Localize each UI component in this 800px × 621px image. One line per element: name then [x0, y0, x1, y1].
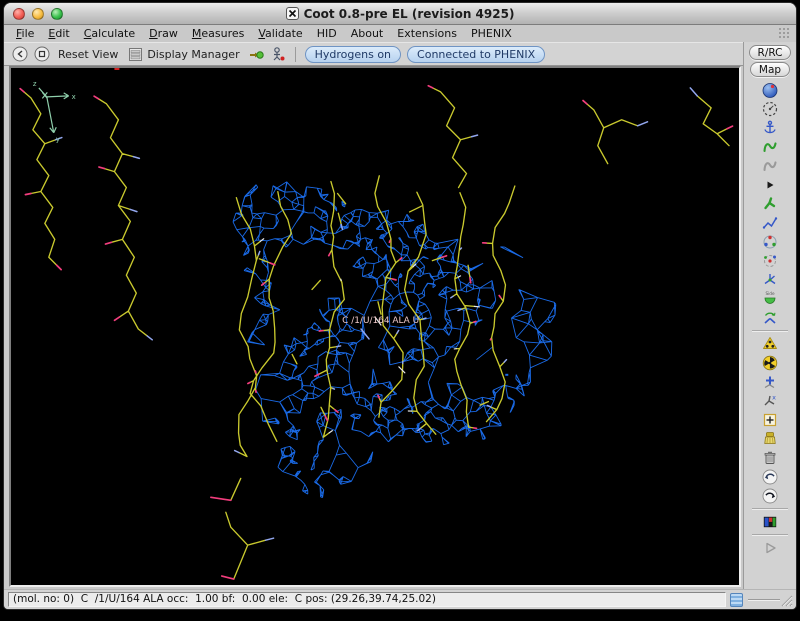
regularize-zone-icon[interactable] — [760, 157, 780, 175]
x11-icon — [286, 7, 299, 20]
rc-button[interactable]: R/RC — [749, 45, 792, 60]
panel-separator — [752, 330, 788, 331]
titlebar[interactable]: Coot 0.8-pre EL (revision 4925) — [4, 3, 796, 25]
reset-view-label: Reset View — [58, 48, 118, 61]
rigid-body-fit-icon[interactable] — [760, 195, 780, 213]
menu-file[interactable]: File — [9, 26, 41, 41]
oxygen-atom-sticks — [20, 86, 732, 579]
statusbar: (mol. no: 0) C /1/U/164 ALA occ: 1.00 bf… — [4, 589, 796, 609]
validate-person-button[interactable] — [270, 46, 286, 62]
grip-zone — [746, 590, 794, 609]
round-arrow-button[interactable] — [12, 46, 28, 62]
model-fit-refine-panel: R/RC Map Side x — [743, 42, 796, 589]
person-icon — [270, 46, 286, 62]
statusbar-handle-widget[interactable] — [730, 593, 743, 607]
mutate-autofit-icon[interactable] — [760, 335, 780, 353]
model-sticks — [24, 88, 729, 579]
side-chain-flip-icon[interactable]: Side — [760, 290, 780, 308]
blue-sphere-icon[interactable] — [760, 81, 780, 99]
svg-text:y: y — [56, 136, 60, 144]
zoom-button[interactable] — [51, 8, 63, 20]
menu-phenix[interactable]: PHENIX — [464, 26, 519, 41]
close-button[interactable] — [13, 8, 25, 20]
real-space-refine-icon[interactable] — [760, 138, 780, 156]
reset-view-button[interactable]: Reset View — [56, 48, 120, 61]
connected-to-phenix-button[interactable]: Connected to PHENIX — [407, 46, 545, 63]
go-to-atom-button[interactable] — [248, 46, 264, 62]
display-manager-button[interactable]: Display Manager — [126, 47, 241, 62]
add-terminal-residue-icon[interactable] — [760, 373, 780, 391]
resize-grip[interactable] — [779, 593, 793, 607]
panel-separator — [752, 534, 788, 535]
hydrogens-label: Hydrogens on — [315, 48, 391, 61]
window-title-text: Coot 0.8-pre EL (revision 4925) — [304, 7, 515, 21]
display-manager-icon — [128, 47, 143, 62]
menu-draw[interactable]: Draw — [142, 26, 185, 41]
flip-peptide-icon[interactable] — [760, 309, 780, 327]
connected-label: Connected to PHENIX — [417, 48, 535, 61]
clear-labels-icon[interactable] — [760, 430, 780, 448]
play-icon[interactable] — [760, 539, 780, 557]
undo-icon[interactable] — [760, 468, 780, 486]
simple-mutate-icon[interactable] — [760, 354, 780, 372]
menubar: FileEditCalculateDrawMeasuresValidateHID… — [4, 25, 796, 42]
menu-extensions[interactable]: Extensions — [390, 26, 464, 41]
clock-icon[interactable] — [760, 100, 780, 118]
statusbar-groove — [748, 599, 780, 601]
atom-label: C /1/U/164 ALA U — [342, 316, 419, 326]
minimize-button[interactable] — [32, 8, 44, 20]
traffic-lights — [13, 8, 63, 20]
panel-separator — [752, 508, 788, 509]
auto-fit-rotamer-icon[interactable] — [760, 233, 780, 251]
delete-item-icon[interactable] — [760, 449, 780, 467]
stray-mesh-speck — [505, 374, 508, 376]
status-text: (mol. no: 0) C /1/U/164 ALA occ: 1.00 bf… — [8, 592, 726, 607]
menu-hid[interactable]: HID — [310, 26, 344, 41]
toolbar-separator — [295, 47, 296, 62]
place-atom-icon[interactable] — [760, 411, 780, 429]
menu-measures[interactable]: Measures — [185, 26, 252, 41]
svg-text:z: z — [33, 80, 37, 88]
map-button-label: Map — [759, 64, 781, 76]
round-square-button[interactable] — [34, 46, 50, 62]
svg-text:x: x — [772, 393, 776, 401]
svg-text:x: x — [72, 93, 76, 101]
anchor-icon[interactable] — [760, 119, 780, 137]
add-alt-conf-icon[interactable]: x — [760, 392, 780, 410]
expand-triangle-icon[interactable] — [760, 176, 780, 194]
main-toolbar: Reset View Display Manager — [4, 42, 743, 66]
edit-chi-angles-icon[interactable] — [760, 271, 780, 289]
menu-about[interactable]: About — [344, 26, 391, 41]
round-arrow-icon — [12, 46, 28, 62]
run-refmac-icon[interactable] — [760, 513, 780, 531]
menu-validate[interactable]: Validate — [251, 26, 309, 41]
redo-icon[interactable] — [760, 487, 780, 505]
molecular-scene: x y z C /1/U/164 ALA U — [11, 68, 739, 585]
window-title: Coot 0.8-pre EL (revision 4925) — [286, 7, 515, 21]
coot-window: Coot 0.8-pre EL (revision 4925) FileEdit… — [3, 2, 797, 610]
go-to-atom-icon — [248, 46, 264, 62]
map-button[interactable]: Map — [750, 62, 790, 77]
screenshot-stage: Coot 0.8-pre EL (revision 4925) FileEdit… — [0, 0, 800, 621]
nitrogen-atom-sticks — [56, 88, 697, 540]
gl-canvas[interactable]: x y z C /1/U/164 ALA U — [9, 66, 741, 587]
menu-calculate[interactable]: Calculate — [77, 26, 142, 41]
rotamers-icon[interactable] — [760, 252, 780, 270]
toolbar-grip-dots[interactable] — [779, 28, 790, 39]
svg-text:Side: Side — [765, 291, 774, 296]
menu-edit[interactable]: Edit — [41, 26, 76, 41]
hydrogens-toggle-button[interactable]: Hydrogens on — [305, 46, 401, 63]
round-square-icon — [34, 46, 50, 62]
tool-icon-column: Side x — [744, 80, 796, 557]
rotate-translate-icon[interactable] — [760, 214, 780, 232]
display-manager-label: Display Manager — [147, 48, 239, 61]
rc-button-label: R/RC — [758, 47, 783, 59]
